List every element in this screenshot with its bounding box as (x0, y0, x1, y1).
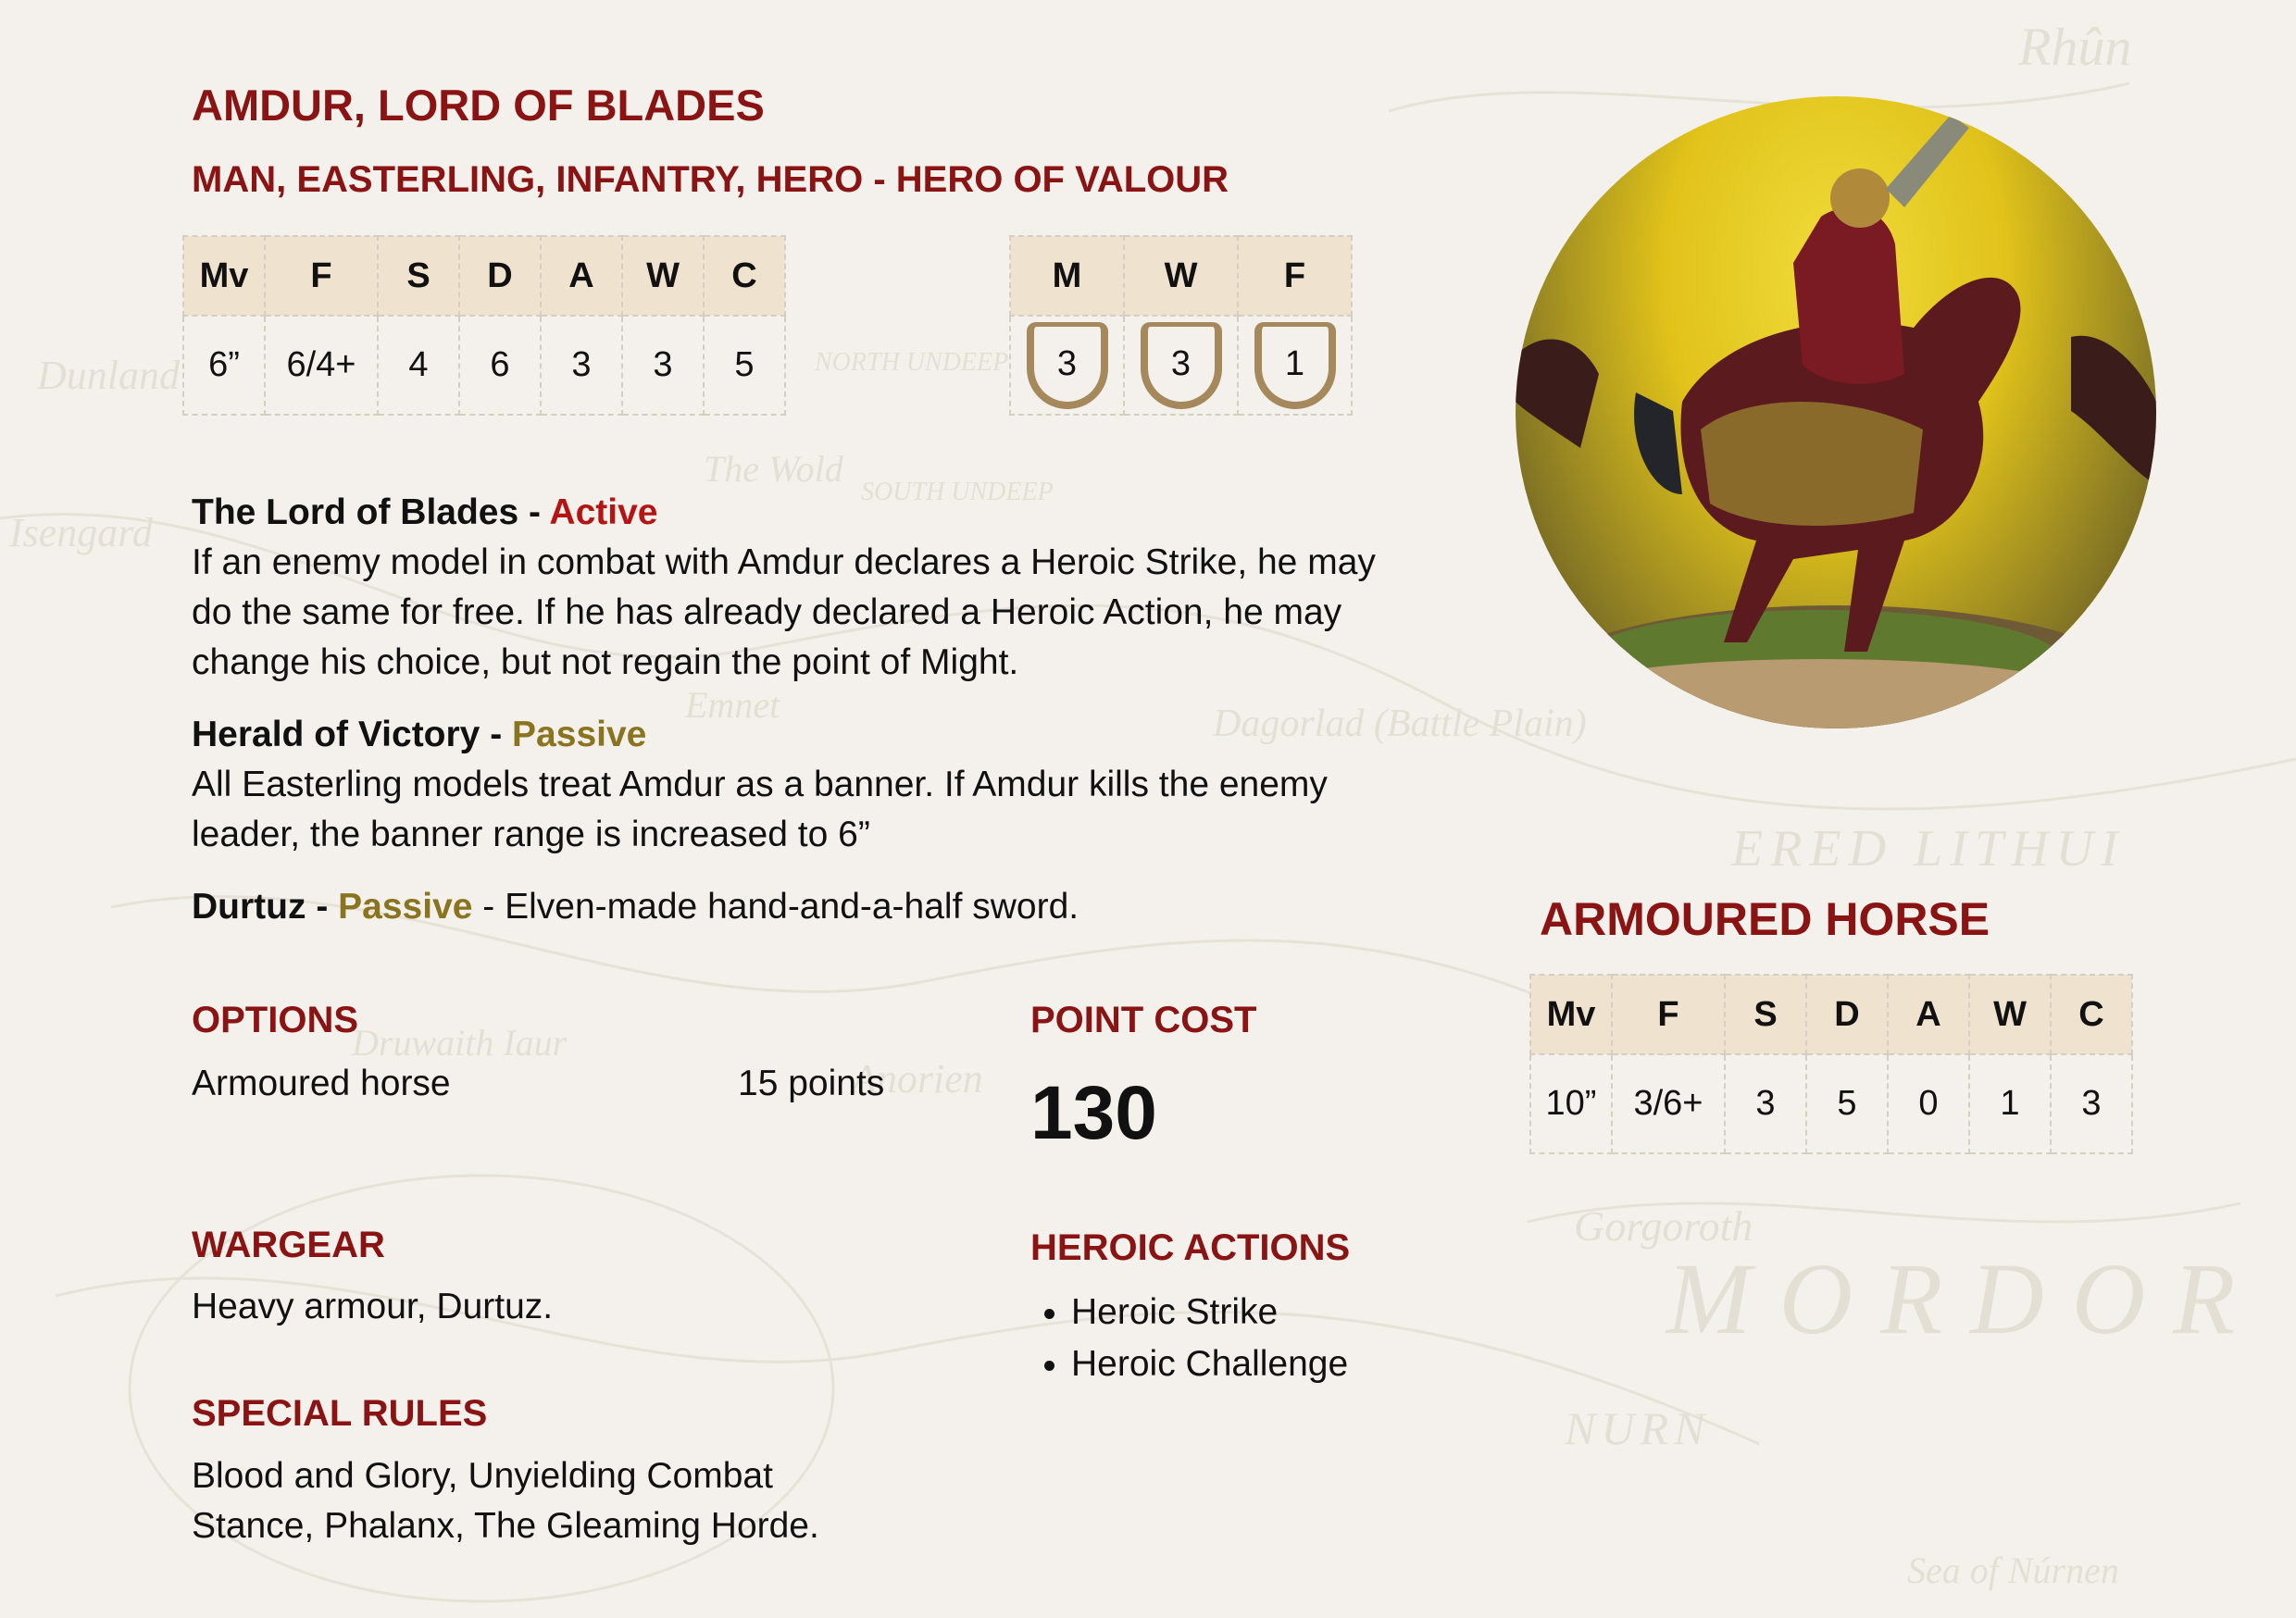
ability-lord-of-blades: The Lord of Blades - Active If an enemy … (192, 488, 1377, 688)
map-label: Isengard (8, 510, 154, 555)
heroic-action-item: Heroic Challenge (1071, 1338, 1348, 1390)
characteristics-table: Mv F S D A W C 6” 6/4+ 4 6 3 3 5 (182, 235, 786, 416)
stat-value: 6 (458, 315, 542, 416)
map-label: NURN (1564, 1402, 1710, 1454)
ability-type: Active (549, 492, 658, 532)
ability-name: The Lord of Blades (192, 492, 519, 532)
might-will-fate-table: M W F 3 3 1 (1009, 235, 1353, 416)
heroic-actions-list: Heroic Strike Heroic Challenge (1030, 1287, 1348, 1390)
wargear-text: Heavy armour, Durtuz. (192, 1287, 554, 1326)
mount-stat-header: A (1887, 974, 1970, 1055)
mount-stat-value: 1 (1968, 1053, 2052, 1154)
profile-keywords: MAN, EASTERLING, INFANTRY, HERO - HERO O… (192, 159, 1229, 200)
stat-header: Mv (182, 235, 266, 317)
special-rules-heading: SPECIAL RULES (192, 1393, 488, 1434)
mwf-header: M (1009, 235, 1125, 317)
point-cost-value: 130 (1030, 1071, 1157, 1155)
horseman-image (1516, 115, 2156, 728)
stat-value: 4 (377, 315, 460, 416)
wargear-heading: WARGEAR (192, 1225, 385, 1265)
ability-type: Passive (512, 715, 647, 754)
ability-separator: - (306, 887, 339, 927)
mount-stat-value: 5 (1805, 1053, 1889, 1154)
stat-header: A (540, 235, 623, 317)
stat-header: C (703, 235, 786, 317)
mount-stat-header: F (1611, 974, 1726, 1055)
mount-stat-header: D (1805, 974, 1889, 1055)
stat-header: W (621, 235, 705, 317)
map-label: NORTH UNDEEP (814, 348, 1008, 377)
map-label: MORDOR (1665, 1242, 2263, 1355)
stat-value: 3 (621, 315, 705, 416)
stat-value: 3 (540, 315, 623, 416)
ability-text: All Easterling models treat Amdur as a b… (192, 765, 1328, 854)
mount-stat-value: 3 (1724, 1053, 1807, 1154)
map-label: Druwaith Iaur (351, 1022, 568, 1064)
map-label: Dunland (36, 353, 181, 398)
map-label: Rhûn (2017, 17, 2131, 77)
profile-title: AMDUR, LORD OF BLADES (192, 81, 765, 130)
mount-stat-value: 10” (1529, 1053, 1613, 1154)
mount-stat-header: W (1968, 974, 2052, 1055)
ability-separator: - (480, 715, 513, 754)
mount-stat-header: C (2050, 974, 2133, 1055)
mwf-header: F (1237, 235, 1353, 317)
heroic-actions-heading: HEROIC ACTIONS (1030, 1227, 1351, 1268)
option-label: Armoured horse (192, 1064, 451, 1103)
stat-header: F (264, 235, 379, 317)
stat-value: 5 (703, 315, 786, 416)
point-cost-heading: POINT COST (1030, 1000, 1257, 1040)
stat-header: D (458, 235, 542, 317)
mwf-header: W (1123, 235, 1239, 317)
map-label: Sea of Núrnen (1907, 1550, 2119, 1591)
map-label: The Wold (704, 448, 844, 490)
stat-header: S (377, 235, 460, 317)
special-abilities: The Lord of Blades - Active If an enemy … (192, 488, 1377, 954)
mount-title: ARMOURED HORSE (1540, 893, 1990, 945)
map-label: Gorgoroth (1574, 1202, 1753, 1250)
ability-text: If an enemy model in combat with Amdur d… (192, 542, 1376, 682)
ability-separator: - (518, 492, 550, 532)
options-heading: OPTIONS (192, 1000, 359, 1040)
special-rules-text: Blood and Glory, Unyielding Combat Stanc… (192, 1456, 819, 1546)
might-shield-icon: 3 (1026, 321, 1108, 409)
option-cost: 15 points (738, 1064, 885, 1103)
mount-stat-value: 0 (1887, 1053, 1970, 1154)
fate-shield-icon: 1 (1254, 321, 1336, 409)
mount-stat-value: 3/6+ (1611, 1053, 1726, 1154)
ability-name: Durtuz (192, 887, 306, 927)
miniature-portrait (1516, 96, 2156, 728)
ability-name: Herald of Victory (192, 715, 480, 754)
mount-stat-value: 3 (2050, 1053, 2133, 1154)
mount-stat-header: Mv (1529, 974, 1613, 1055)
stat-value: 6” (182, 315, 266, 416)
mount-stat-header: S (1724, 974, 1807, 1055)
will-shield-icon: 3 (1140, 321, 1222, 409)
ability-text: - Elven-made hand-and-a-half sword. (472, 887, 1079, 927)
ability-durtuz: Durtuz - Passive - Elven-made hand-and-a… (192, 882, 1377, 932)
mount-characteristics-table: Mv F S D A W C 10” 3/6+ 3 5 0 1 3 (1529, 974, 2133, 1154)
heroic-action-item: Heroic Strike (1071, 1287, 1348, 1338)
map-label: ERED LITHUI (1730, 820, 2126, 877)
stat-value: 6/4+ (264, 315, 379, 416)
ability-herald-of-victory: Herald of Victory - Passive All Easterli… (192, 710, 1377, 860)
ability-type: Passive (338, 887, 473, 927)
